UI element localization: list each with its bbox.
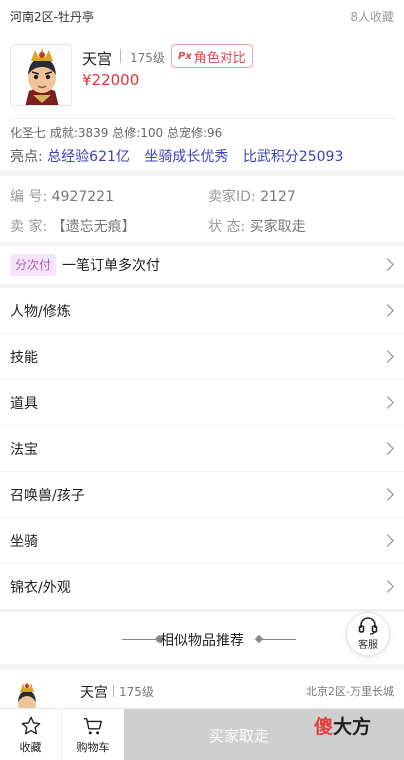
order-info: 编 号: 4927221 卖家ID: 2127 卖 家: 【遗忘无痕】 状 态:… — [0, 176, 404, 242]
status: 状 态: 买家取走 — [208, 216, 306, 236]
server-name: 河南2区-牡丹亭 — [10, 9, 94, 24]
similar-item-name: 天宫 — [80, 685, 108, 701]
similar-item-avatar — [10, 680, 44, 710]
favorite-button[interactable]: 收藏 — [0, 709, 62, 760]
status-label: 状 态: — [208, 219, 246, 235]
favorites-count: 8人收藏 — [350, 9, 394, 24]
seller-value: 【遗忘无痕】 — [51, 219, 136, 235]
menu-item-label: 技能 — [10, 349, 38, 366]
highlight-label: 亮点: — [10, 149, 43, 165]
chevron-right-icon — [381, 442, 394, 455]
recommend-title: 相似物品推荐 — [160, 633, 244, 649]
menu-item-label: 坐骑 — [10, 533, 38, 550]
role-level: 175级 — [130, 51, 165, 65]
menu-item-label: 锦衣/外观 — [10, 579, 71, 596]
seller: 卖 家: 【遗忘无痕】 — [10, 216, 136, 236]
similar-item[interactable]: 天宫 175级 北京2区-万里长城 — [0, 670, 404, 710]
menu-item-label: 道具 — [10, 395, 38, 412]
menu-item-outfits[interactable]: 锦衣/外观 — [0, 564, 404, 610]
role-card: 天宫 175级 Px 角色对比 ¥22000 化圣七 成就:3839 总修:10… — [0, 32, 404, 170]
installment-row[interactable]: 分次付 一笔订单多次付 — [0, 246, 404, 284]
highlights: 亮点: 总经验621亿 坐骑成长优秀 比武积分25093 — [10, 146, 353, 166]
headset-icon — [358, 617, 378, 635]
divider — [120, 49, 121, 63]
role-compare-button[interactable]: Px 角色对比 — [171, 44, 253, 68]
character-portrait-icon — [11, 45, 71, 105]
seller-id-value: 2127 — [260, 189, 296, 205]
status-value: 买家取走 — [249, 219, 306, 235]
menu-item-pets[interactable]: 召唤兽/孩子 — [0, 472, 404, 518]
chevron-right-icon — [381, 304, 394, 317]
chevron-right-icon — [381, 580, 394, 593]
product-detail-page: 河南2区-牡丹亭 8人收藏 天宫 175级 Px 角色对比 ¥22000 化圣七… — [0, 0, 404, 760]
similar-item-server: 北京2区-万里长城 — [306, 685, 394, 698]
installment-text: 一笔订单多次付 — [62, 258, 161, 274]
chevron-right-icon — [381, 488, 394, 501]
item-id-value: 4927221 — [51, 189, 114, 205]
divider — [113, 684, 114, 697]
character-portrait-icon — [10, 680, 44, 710]
menu-item-treasures[interactable]: 法宝 — [0, 426, 404, 472]
detail-menu: 人物/修炼 技能 道具 法宝 召唤兽/孩子 坐骑 锦衣/外观 — [0, 288, 404, 610]
seller-id: 卖家ID: 2127 — [208, 186, 296, 206]
menu-item-skills[interactable]: 技能 — [0, 334, 404, 380]
role-name: 天宫 — [82, 50, 113, 68]
chevron-right-icon — [381, 258, 394, 271]
menu-item-label: 人物/修炼 — [10, 303, 71, 320]
menu-item-label: 召唤兽/孩子 — [10, 487, 85, 504]
seller-id-label: 卖家ID: — [208, 189, 256, 205]
star-icon — [21, 716, 40, 735]
server-strip: 河南2区-牡丹亭 8人收藏 — [0, 0, 404, 32]
recommend-header: 相似物品推荐 — [0, 612, 404, 664]
seller-label: 卖 家: — [10, 219, 48, 235]
menu-item-items[interactable]: 道具 — [0, 380, 404, 426]
chevron-right-icon — [381, 350, 394, 363]
watermark-logo: 傻大方 — [314, 712, 371, 739]
cart-button[interactable]: 购物车 — [62, 709, 124, 760]
role-avatar[interactable] — [10, 44, 72, 106]
menu-item-mounts[interactable]: 坐骑 — [0, 518, 404, 564]
item-id: 编 号: 4927221 — [10, 186, 114, 206]
item-id-label: 编 号: — [10, 189, 48, 205]
similar-item-level: 175级 — [119, 685, 154, 699]
compare-icon: Px — [178, 50, 192, 62]
highlight-item: 坐骑成长优秀 — [144, 149, 229, 165]
divider — [10, 118, 394, 119]
chevron-right-icon — [381, 396, 394, 409]
installment-tag: 分次付 — [10, 254, 57, 276]
customer-service-label: 客服 — [358, 640, 378, 651]
cart-label: 购物车 — [76, 741, 110, 754]
menu-item-character[interactable]: 人物/修炼 — [0, 288, 404, 334]
chevron-right-icon — [381, 534, 394, 547]
highlight-item: 比武积分25093 — [242, 149, 344, 165]
customer-service-button[interactable]: 客服 — [346, 612, 390, 656]
highlight-item: 总经验621亿 — [47, 149, 130, 165]
price: ¥22000 — [82, 71, 140, 89]
cart-icon — [83, 717, 102, 735]
watermark-text: 傻 — [314, 716, 334, 738]
role-stats: 化圣七 成就:3839 总修:100 总宠修:96 — [10, 126, 223, 140]
divider — [262, 639, 296, 640]
watermark-text: 大方 — [333, 716, 372, 738]
compare-label: 角色对比 — [193, 50, 246, 66]
favorite-label: 收藏 — [19, 741, 42, 754]
menu-item-label: 法宝 — [10, 441, 38, 458]
